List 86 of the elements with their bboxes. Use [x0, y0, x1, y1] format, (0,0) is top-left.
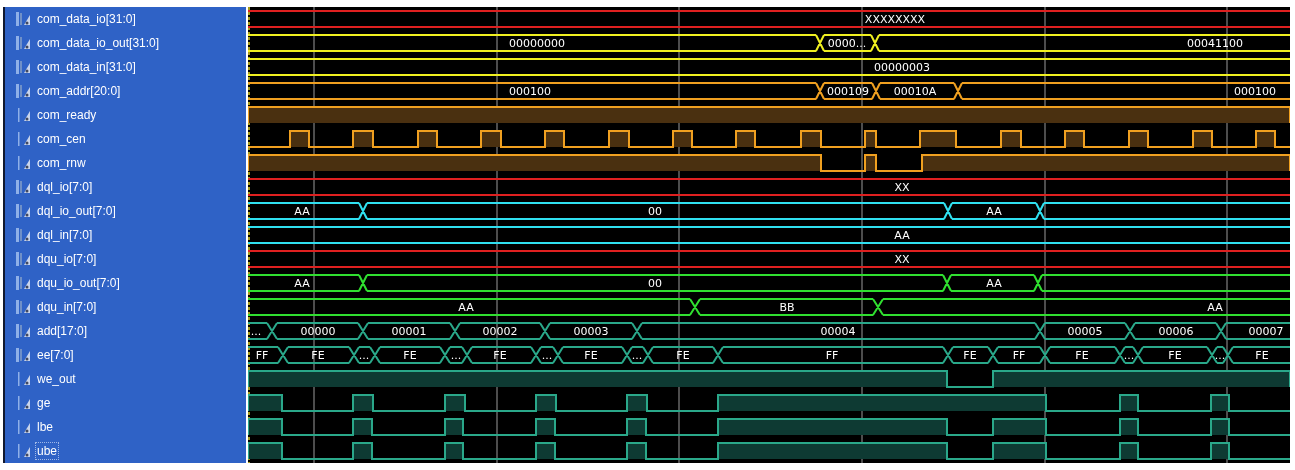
bus-value: FE [1168, 349, 1182, 362]
bus-value: AA [986, 277, 1002, 290]
bus-value: AA [294, 277, 310, 290]
signal-name[interactable]: ube [36, 443, 59, 459]
bus-signal-icon [15, 11, 33, 27]
bus-value: 00006 [1158, 325, 1194, 338]
bus-signal-icon [15, 251, 33, 267]
bus-value: FE [403, 349, 417, 362]
bus-value: 00002 [482, 325, 518, 338]
bus-value: FE [1255, 349, 1269, 362]
signal-name[interactable]: dqu_io[7:0] [36, 251, 98, 267]
bus-value: FF [825, 349, 839, 362]
bus-value: ... [250, 325, 262, 338]
signal-name[interactable]: lbe [36, 419, 54, 435]
bit-signal-icon [15, 131, 33, 147]
signal-name[interactable]: com_cen [36, 131, 87, 147]
signal-name[interactable]: com_data_in[31:0] [36, 59, 137, 75]
bus-value: FE [311, 349, 325, 362]
bus-value: AA [894, 229, 910, 242]
bus-value: AA [458, 301, 474, 314]
bus-value: 00000 [300, 325, 336, 338]
signal-name[interactable]: dql_in[7:0] [36, 227, 94, 243]
signal-name[interactable]: ge [36, 395, 52, 411]
bus-value: 00003 [573, 325, 609, 338]
signal-name[interactable]: dql_io[7:0] [36, 179, 94, 195]
bus-value: AA [1207, 301, 1223, 314]
bus-value: 00001 [391, 325, 427, 338]
signal-name[interactable]: com_addr[20:0] [36, 83, 122, 99]
signal-name[interactable]: com_rnw [36, 155, 87, 171]
signal-name[interactable]: ee[7:0] [36, 347, 75, 363]
bus-signal-icon [15, 323, 33, 339]
bus-value: FF [255, 349, 269, 362]
bus-value: ... [1123, 349, 1135, 362]
signal-name[interactable]: dql_io_out[7:0] [36, 203, 117, 219]
bus-value: ... [358, 349, 370, 362]
bus-value: 00 [648, 277, 662, 290]
bus-value: 00000000 [509, 37, 565, 50]
bus-value: AA [986, 205, 1002, 218]
bus-value: BB [779, 301, 795, 314]
bus-value: XX [894, 253, 910, 266]
bus-signal-icon [15, 227, 33, 243]
bit-signal-icon [15, 443, 33, 459]
bus-value: ... [1214, 349, 1226, 362]
bus-value: 0000... [827, 37, 867, 50]
bus-signal-icon [15, 83, 33, 99]
bus-value: ... [450, 349, 462, 362]
bus-signal-icon [15, 35, 33, 51]
bus-value: XX [894, 181, 910, 194]
bus-value: AA [294, 205, 310, 218]
bus-value: 000109 [827, 85, 869, 98]
bus-value: 00000003 [874, 61, 930, 74]
signal-name[interactable]: com_data_io_out[31:0] [36, 35, 161, 51]
bit-signal-icon [15, 107, 33, 123]
bus-value: XXXXXXXX [864, 13, 926, 26]
bus-value: FE [1075, 349, 1089, 362]
bus-value: FE [493, 349, 507, 362]
bus-value: FE [676, 349, 690, 362]
bus-signal-icon [15, 59, 33, 75]
bus-value: 00041100 [1187, 37, 1243, 50]
bus-value: 000100 [509, 85, 551, 98]
bus-signal-icon [15, 179, 33, 195]
bus-value: ... [631, 349, 643, 362]
bus-signal-icon [15, 275, 33, 291]
bit-signal-icon [15, 155, 33, 171]
bus-value: ... [541, 349, 553, 362]
bus-value: 00007 [1248, 325, 1284, 338]
bus-value: FE [963, 349, 977, 362]
bus-value: 00005 [1067, 325, 1103, 338]
bit-signal-icon [15, 419, 33, 435]
signal-name[interactable]: com_ready [36, 107, 98, 123]
bus-signal-icon [15, 203, 33, 219]
bus-value: 00 [648, 205, 662, 218]
bit-signal-icon [15, 371, 33, 387]
bus-signal-icon [15, 299, 33, 315]
signal-name[interactable]: dqu_io_out[7:0] [36, 275, 121, 291]
bus-value: FE [584, 349, 598, 362]
signal-name[interactable]: com_data_io[31:0] [36, 11, 137, 27]
signal-name[interactable]: dqu_in[7:0] [36, 299, 98, 315]
bus-value: 00010A [893, 85, 937, 98]
bus-signal-icon [15, 347, 33, 363]
bus-value: 00004 [820, 325, 856, 338]
bus-value: 000100 [1234, 85, 1276, 98]
signal-name[interactable]: we_out [36, 371, 77, 387]
bus-value: FF [1012, 349, 1026, 362]
signal-name[interactable]: add[17:0] [36, 323, 89, 339]
bit-signal-icon [15, 395, 33, 411]
